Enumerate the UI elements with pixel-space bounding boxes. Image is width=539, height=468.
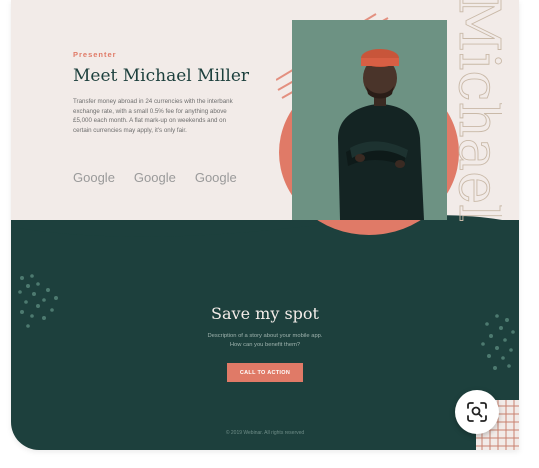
- partner-logo: Google: [194, 170, 237, 185]
- partner-logos: Google Google Google: [73, 170, 237, 185]
- presenter-illustration: [292, 20, 447, 220]
- visual-search-button[interactable]: [455, 390, 499, 434]
- landing-page-card: Michael Presenter Meet Michael Miller Tr…: [11, 0, 519, 450]
- call-to-action-button[interactable]: CALL TO ACTION: [227, 363, 303, 382]
- cta-subtext: Description of a story about your mobile…: [11, 332, 519, 350]
- presenter-description: Transfer money abroad in 24 currencies w…: [73, 98, 233, 134]
- cta-subtext-line: Description of a story about your mobile…: [207, 333, 323, 339]
- decorative-dots-left: [18, 274, 58, 328]
- partner-logo: Google: [133, 170, 176, 185]
- presenter-eyebrow: Presenter: [73, 50, 117, 59]
- footer-copyright: © 2019 Webinar. All rights reserved: [225, 430, 305, 436]
- cta-headline: Save my spot: [211, 304, 319, 323]
- presenter-photo: [292, 20, 447, 220]
- visual-search-icon: [467, 402, 487, 422]
- cta-subtext-line: How can you benefit them?: [229, 342, 301, 348]
- vertical-name-watermark: Michael: [446, 0, 502, 223]
- partner-logo: Google: [73, 170, 115, 185]
- vertical-name-text: Michael: [446, 0, 502, 222]
- presenter-title: Meet Michael Miller: [73, 66, 250, 86]
